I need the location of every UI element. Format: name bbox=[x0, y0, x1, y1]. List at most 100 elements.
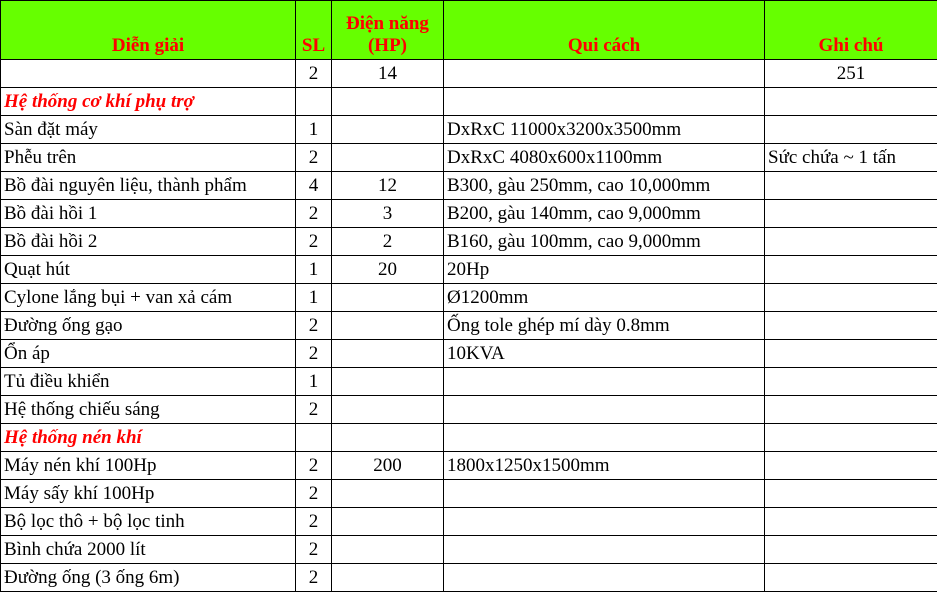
cell-note[interactable] bbox=[765, 172, 937, 200]
cell-power[interactable] bbox=[332, 312, 444, 340]
cell-description[interactable]: Bình chứa 2000 lít bbox=[1, 536, 296, 564]
cell-description[interactable]: Cylone lắng bụi + van xả cám bbox=[1, 284, 296, 312]
cell-note[interactable] bbox=[765, 480, 937, 508]
cell-qty[interactable]: 2 bbox=[296, 144, 332, 172]
cell-power[interactable] bbox=[332, 116, 444, 144]
cell-description[interactable]: Bồ đài hồi 1 bbox=[1, 200, 296, 228]
cell-spec[interactable] bbox=[444, 396, 765, 424]
cell-power[interactable] bbox=[332, 480, 444, 508]
cell-note[interactable] bbox=[765, 256, 937, 284]
cell-note[interactable] bbox=[765, 228, 937, 256]
cell-qty[interactable]: 1 bbox=[296, 256, 332, 284]
cell-description[interactable]: Hệ thống nén khí bbox=[1, 424, 296, 452]
header-spec[interactable]: Qui cách bbox=[444, 1, 765, 60]
header-qty[interactable]: SL bbox=[296, 1, 332, 60]
cell-spec[interactable] bbox=[444, 88, 765, 116]
cell-description[interactable]: Bồ đài nguyên liệu, thành phẩm bbox=[1, 172, 296, 200]
cell-qty[interactable] bbox=[296, 88, 332, 116]
cell-note[interactable] bbox=[765, 452, 937, 480]
cell-note[interactable] bbox=[765, 200, 937, 228]
cell-description[interactable]: Phễu trên bbox=[1, 144, 296, 172]
cell-spec[interactable] bbox=[444, 480, 765, 508]
cell-spec[interactable]: 10KVA bbox=[444, 340, 765, 368]
cell-spec[interactable] bbox=[444, 508, 765, 536]
cell-qty[interactable]: 2 bbox=[296, 564, 332, 592]
cell-power[interactable]: 200 bbox=[332, 452, 444, 480]
cell-spec[interactable]: Ø1200mm bbox=[444, 284, 765, 312]
cell-power[interactable] bbox=[332, 368, 444, 396]
cell-power[interactable]: 20 bbox=[332, 256, 444, 284]
cell-note[interactable] bbox=[765, 368, 937, 396]
cell-note[interactable] bbox=[765, 88, 937, 116]
cell-power[interactable]: 14 bbox=[332, 60, 444, 88]
cell-power[interactable]: 2 bbox=[332, 228, 444, 256]
cell-spec[interactable]: B160, gàu 100mm, cao 9,000mm bbox=[444, 228, 765, 256]
cell-qty[interactable]: 2 bbox=[296, 340, 332, 368]
cell-description[interactable]: Máy nén khí 100Hp bbox=[1, 452, 296, 480]
cell-power[interactable] bbox=[332, 144, 444, 172]
cell-description[interactable]: Sàn đặt máy bbox=[1, 116, 296, 144]
cell-spec[interactable] bbox=[444, 564, 765, 592]
cell-power[interactable] bbox=[332, 340, 444, 368]
cell-description[interactable]: Máy sấy khí 100Hp bbox=[1, 480, 296, 508]
cell-description[interactable]: Bộ lọc thô + bộ lọc tinh bbox=[1, 508, 296, 536]
cell-qty[interactable]: 1 bbox=[296, 116, 332, 144]
cell-spec[interactable]: 20Hp bbox=[444, 256, 765, 284]
header-power[interactable]: Điện năng(HP) bbox=[332, 1, 444, 60]
cell-power[interactable] bbox=[332, 88, 444, 116]
cell-description[interactable]: Hệ thống chiếu sáng bbox=[1, 396, 296, 424]
cell-note[interactable]: Sức chứa ~ 1 tấn bbox=[765, 144, 937, 172]
cell-spec[interactable] bbox=[444, 60, 765, 88]
cell-description[interactable]: Bồ đài hồi 2 bbox=[1, 228, 296, 256]
cell-qty[interactable]: 2 bbox=[296, 200, 332, 228]
cell-note[interactable] bbox=[765, 312, 937, 340]
cell-note[interactable] bbox=[765, 508, 937, 536]
cell-note[interactable] bbox=[765, 536, 937, 564]
cell-description[interactable]: Đường ống gạo bbox=[1, 312, 296, 340]
cell-qty[interactable]: 2 bbox=[296, 508, 332, 536]
cell-description[interactable]: Quạt hút bbox=[1, 256, 296, 284]
cell-power[interactable] bbox=[332, 536, 444, 564]
cell-note[interactable] bbox=[765, 116, 937, 144]
cell-note[interactable] bbox=[765, 284, 937, 312]
cell-note[interactable] bbox=[765, 396, 937, 424]
cell-qty[interactable]: 2 bbox=[296, 480, 332, 508]
cell-qty[interactable]: 2 bbox=[296, 60, 332, 88]
header-description[interactable]: Diễn giải bbox=[1, 1, 296, 60]
cell-spec[interactable]: B300, gàu 250mm, cao 10,000mm bbox=[444, 172, 765, 200]
cell-spec[interactable]: B200, gàu 140mm, cao 9,000mm bbox=[444, 200, 765, 228]
cell-spec[interactable]: Ống tole ghép mí dày 0.8mm bbox=[444, 312, 765, 340]
cell-spec[interactable] bbox=[444, 536, 765, 564]
cell-qty[interactable]: 2 bbox=[296, 228, 332, 256]
cell-qty[interactable]: 2 bbox=[296, 312, 332, 340]
cell-power[interactable] bbox=[332, 424, 444, 452]
cell-qty[interactable]: 2 bbox=[296, 536, 332, 564]
cell-spec[interactable]: DxRxC 11000x3200x3500mm bbox=[444, 116, 765, 144]
cell-description[interactable]: Hệ thống cơ khí phụ trợ bbox=[1, 88, 296, 116]
cell-power[interactable] bbox=[332, 396, 444, 424]
cell-power[interactable] bbox=[332, 508, 444, 536]
cell-qty[interactable] bbox=[296, 424, 332, 452]
cell-spec[interactable]: DxRxC 4080x600x1100mm bbox=[444, 144, 765, 172]
header-note[interactable]: Ghi chú bbox=[765, 1, 937, 60]
cell-power[interactable]: 12 bbox=[332, 172, 444, 200]
cell-description[interactable]: Tủ điều khiển bbox=[1, 368, 296, 396]
cell-spec[interactable] bbox=[444, 424, 765, 452]
cell-description[interactable] bbox=[1, 60, 296, 88]
cell-description[interactable]: Ổn áp bbox=[1, 340, 296, 368]
cell-power[interactable] bbox=[332, 284, 444, 312]
cell-note[interactable] bbox=[765, 564, 937, 592]
cell-note[interactable] bbox=[765, 424, 937, 452]
cell-power[interactable] bbox=[332, 564, 444, 592]
cell-power[interactable]: 3 bbox=[332, 200, 444, 228]
cell-qty[interactable]: 4 bbox=[296, 172, 332, 200]
cell-qty[interactable]: 1 bbox=[296, 284, 332, 312]
cell-spec[interactable] bbox=[444, 368, 765, 396]
cell-qty[interactable]: 2 bbox=[296, 396, 332, 424]
cell-description[interactable]: Đường ống (3 ống 6m) bbox=[1, 564, 296, 592]
cell-spec[interactable]: 1800x1250x1500mm bbox=[444, 452, 765, 480]
cell-qty[interactable]: 2 bbox=[296, 452, 332, 480]
cell-note[interactable] bbox=[765, 340, 937, 368]
cell-qty[interactable]: 1 bbox=[296, 368, 332, 396]
cell-note[interactable]: 251 bbox=[765, 60, 937, 88]
